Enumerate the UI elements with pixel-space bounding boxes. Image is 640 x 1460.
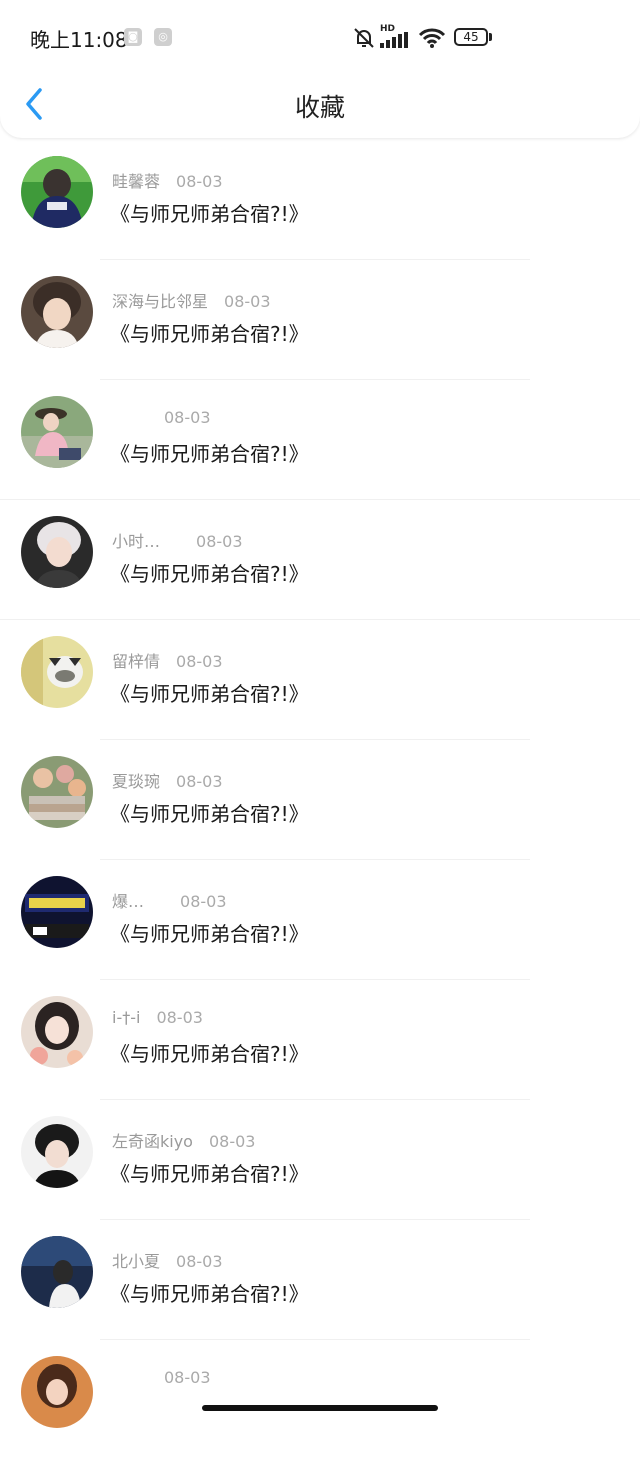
notification-app-icon-2: ◎ [154,28,172,46]
item-meta: 小时… 08-03 [112,528,243,552]
item-date: 08-03 [156,1008,203,1027]
list-item[interactable]: 深海与比邻星 08-03 《与师兄师弟合宿?!》 [0,260,640,380]
item-date: 08-03 [164,1368,211,1387]
user-name[interactable]: 左奇函kiyo [112,1128,193,1152]
list-item[interactable]: 小时… 08-03 《与师兄师弟合宿?!》 [0,500,640,620]
item-meta: 爆… 08-03 [112,888,227,912]
battery-icon: 45 [454,28,488,46]
item-title[interactable]: 《与师兄师弟合宿?!》 [110,1278,309,1307]
item-title[interactable]: 《与师兄师弟合宿?!》 [110,678,309,707]
item-meta: 深海与比邻星 08-03 [112,288,271,312]
home-indicator[interactable] [202,1405,438,1411]
user-name[interactable]: 畦馨蓉 [112,168,160,192]
avatar[interactable] [21,1116,93,1188]
list-item[interactable]: 08-03 《与师兄师弟合宿?!》 [0,380,640,500]
list-item[interactable]: 畦馨蓉 08-03 《与师兄师弟合宿?!》 [0,140,640,260]
avatar[interactable] [21,516,93,588]
item-date: 08-03 [208,1132,256,1151]
user-name[interactable]: 深海与比邻星 [112,288,208,312]
wifi-icon [418,28,446,48]
mute-bell-icon [354,28,374,48]
avatar[interactable] [21,636,93,708]
avatar[interactable] [21,276,93,348]
item-meta: 夏琰琬 08-03 [112,768,223,792]
top-bar: 晚上11:08 ◙ ◎ HD 45 收藏 [0,0,640,138]
user-name[interactable]: 北小夏 [112,1248,160,1272]
item-meta: i-†-i 08-03 [112,1008,203,1030]
favorites-list: 畦馨蓉 08-03 《与师兄师弟合宿?!》 深海与比邻星 08-03 《与师兄师弟合… [0,140,640,1460]
user-name[interactable]: i-†-i [112,1008,140,1027]
item-meta: 畦馨蓉 08-03 [112,168,223,192]
list-item[interactable]: 夏琰琬 08-03 《与师兄师弟合宿?!》 [0,740,640,860]
item-meta: 北小夏 08-03 [112,1248,223,1272]
avatar[interactable] [21,996,93,1068]
status-bar: 晚上11:08 ◙ ◎ HD 45 [0,0,640,76]
page-title: 收藏 [294,93,345,122]
battery-tip [489,33,492,41]
status-time: 晚上11:08 [30,28,128,52]
user-name[interactable]: 夏琰琬 [112,768,160,792]
item-date: 08-03 [176,1252,223,1271]
user-name[interactable]: 小时… [112,528,160,552]
item-date: 08-03 [180,892,227,911]
user-name[interactable]: 留梓倩 [112,648,160,672]
notification-app-icon: ◙ [124,28,142,46]
list-item[interactable]: i-†-i 08-03 《与师兄师弟合宿?!》 [0,980,640,1100]
item-date: 08-03 [176,172,223,191]
user-name[interactable]: 爆… [112,888,144,912]
avatar[interactable] [21,1236,93,1308]
item-date: 08-03 [224,292,271,311]
list-item[interactable]: 爆… 08-03 《与师兄师弟合宿?!》 [0,860,640,980]
avatar[interactable] [21,756,93,828]
item-date: 08-03 [176,772,223,791]
list-item[interactable]: 留梓倩 08-03 《与师兄师弟合宿?!》 [0,620,640,740]
item-meta: 08-03 [112,1368,211,1390]
item-title[interactable]: 《与师兄师弟合宿?!》 [110,318,309,347]
avatar[interactable] [21,876,93,948]
signal-icon [380,32,408,48]
item-title[interactable]: 《与师兄师弟合宿?!》 [110,918,309,947]
list-item[interactable]: 北小夏 08-03 《与师兄师弟合宿?!》 [0,1220,640,1340]
item-title[interactable]: 《与师兄师弟合宿?!》 [110,1158,309,1187]
item-date: 08-03 [176,652,223,671]
item-date: 08-03 [196,532,243,551]
item-meta: 留梓倩 08-03 [112,648,223,672]
item-title[interactable]: 《与师兄师弟合宿?!》 [110,798,309,827]
avatar[interactable] [21,1356,93,1428]
list-item[interactable]: 左奇函kiyo 08-03 《与师兄师弟合宿?!》 [0,1100,640,1220]
item-title[interactable]: 《与师兄师弟合宿?!》 [110,438,309,467]
item-title[interactable]: 《与师兄师弟合宿?!》 [110,558,309,587]
list-item[interactable]: 08-03 [0,1340,640,1460]
item-title[interactable]: 《与师兄师弟合宿?!》 [110,1038,309,1067]
avatar[interactable] [21,156,93,228]
item-meta: 08-03 [112,408,211,430]
item-meta: 左奇函kiyo 08-03 [112,1128,256,1152]
item-date: 08-03 [164,408,211,427]
avatar[interactable] [21,396,93,468]
item-title[interactable]: 《与师兄师弟合宿?!》 [110,198,309,227]
